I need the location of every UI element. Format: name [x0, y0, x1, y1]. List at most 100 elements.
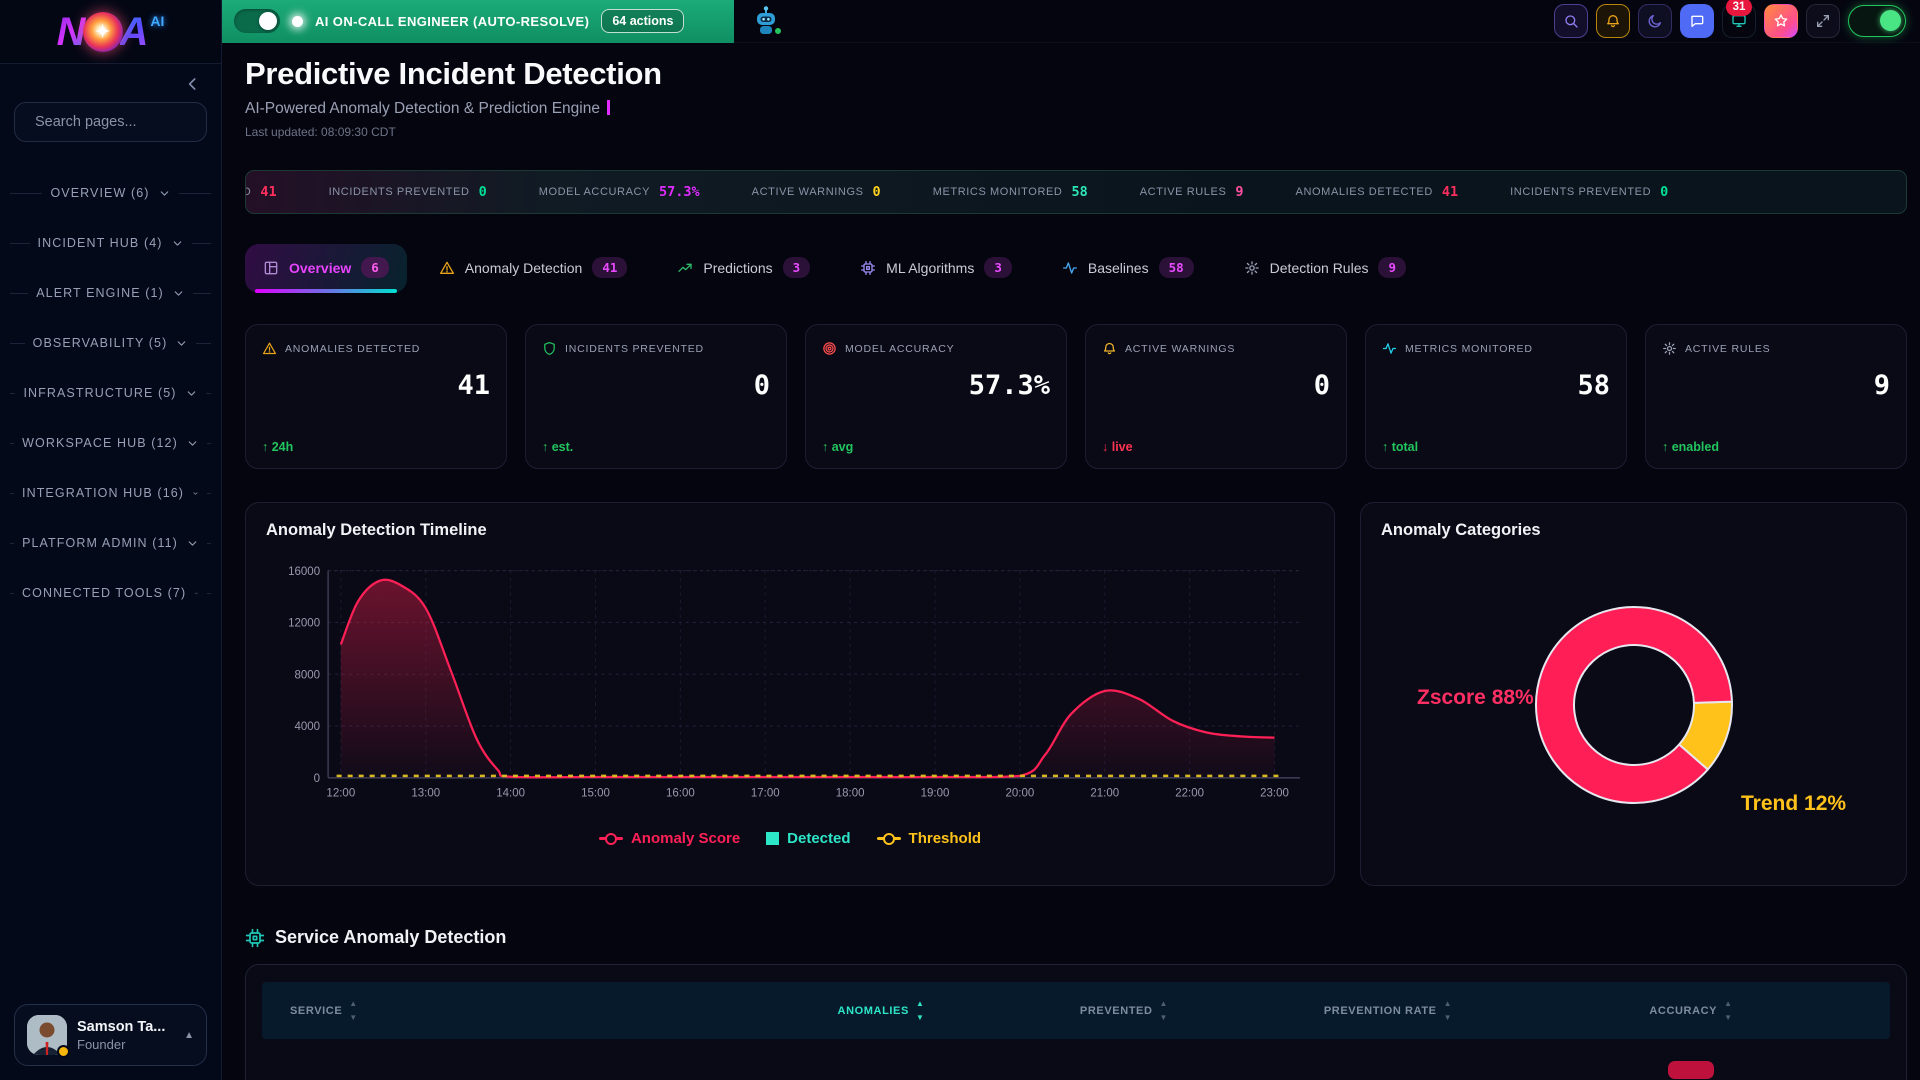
chevron-up-icon: ▲ — [184, 1030, 194, 1041]
ticker-item: MODEL ACCURACY 57.3% — [539, 184, 700, 200]
sidebar-section-item[interactable]: INTEGRATION HUB (16) — [0, 468, 221, 518]
ai-assistant-robot-icon[interactable] — [750, 5, 782, 37]
search-icon — [1563, 13, 1579, 29]
sidebar-section-item[interactable]: CONNECTED TOOLS (7) — [0, 568, 221, 618]
legend-detected[interactable]: Detected — [766, 830, 850, 847]
page-title: Predictive Incident Detection — [245, 56, 1907, 92]
sidebar-nav: OVERVIEW (6) INCIDENT HUB (4) ALERT ENGI… — [0, 168, 221, 618]
user-card[interactable]: Samson Ta... Founder ▲ — [14, 1004, 207, 1066]
svg-text:12:00: 12:00 — [326, 786, 355, 799]
sidebar-section-item[interactable]: INCIDENT HUB (4) — [0, 218, 221, 268]
table-column-header[interactable]: PREVENTED ▲▼ — [964, 1000, 1284, 1022]
theme-toggle[interactable] — [1848, 5, 1906, 37]
search-button[interactable] — [1554, 4, 1588, 38]
accuracy-badge — [1668, 1061, 1714, 1079]
gear-icon — [1244, 260, 1260, 276]
ticker-item: ACTIVE WARNINGS 0 — [752, 184, 881, 200]
fullscreen-button[interactable] — [1806, 4, 1840, 38]
notifications-monitor-button[interactable]: 31 — [1722, 4, 1756, 38]
auto-resolve-toggle[interactable] — [234, 9, 280, 33]
activity-icon — [1062, 260, 1078, 276]
ticker-item: INCIDENTS PREVENTED 0 — [329, 184, 487, 200]
sort-arrows-icon: ▲▼ — [916, 1000, 925, 1022]
table-section-title: Service Anomaly Detection — [275, 927, 506, 948]
gear-icon — [1662, 341, 1677, 356]
sidebar-section-item[interactable]: PLATFORM ADMIN (11) — [0, 518, 221, 568]
sidebar-section-item[interactable]: INFRASTRUCTURE (5) — [0, 368, 221, 418]
chevron-down-icon — [194, 587, 199, 600]
table-column-header[interactable]: ACCURACY ▲▼ — [1492, 1000, 1890, 1022]
stat-cards: ANOMALIES DETECTED 41 ↑ 24h INCIDENTS PR… — [245, 324, 1907, 469]
chat-button[interactable] — [1680, 4, 1714, 38]
topbar: AI ON-CALL ENGINEER (AUTO-RESOLVE) 64 ac… — [222, 0, 1920, 43]
search-input[interactable] — [35, 114, 222, 130]
service-anomaly-table: SERVICE ▲▼ ANOMALIES ▲▼ PREVENTED ▲▼ PRE… — [245, 964, 1907, 1080]
bell-icon — [1605, 13, 1621, 29]
tab-anomaly-detection[interactable]: Anomaly Detection 41 — [421, 244, 646, 293]
ticker-item: ANOMALIES DETECTED 41 — [1296, 184, 1459, 200]
auto-resolve-label: AI ON-CALL ENGINEER (AUTO-RESOLVE) — [315, 14, 589, 29]
tab-count-badge: 3 — [984, 257, 1012, 278]
tab-ml-algorithms[interactable]: ML Algorithms 3 — [842, 244, 1030, 293]
dark-mode-button[interactable] — [1638, 4, 1672, 38]
cpu-icon — [245, 928, 265, 948]
table-column-header[interactable]: PREVENTION RATE ▲▼ — [1284, 1000, 1492, 1022]
svg-text:14:00: 14:00 — [496, 786, 525, 799]
tab-count-badge: 3 — [783, 257, 811, 278]
svg-text:12000: 12000 — [288, 616, 320, 629]
expand-icon — [1815, 13, 1831, 29]
tab-count-badge: 9 — [1378, 257, 1406, 278]
sidebar-collapse-icon[interactable] — [183, 74, 203, 94]
sidebar-section-item[interactable]: WORKSPACE HUB (12) — [0, 418, 221, 468]
sidebar-section-item[interactable]: OBSERVABILITY (5) — [0, 318, 221, 368]
table-column-header[interactable]: SERVICE ▲▼ — [262, 1000, 798, 1022]
svg-text:15:00: 15:00 — [581, 786, 610, 799]
square-marker-icon — [766, 832, 779, 845]
notification-count-badge: 31 — [1726, 0, 1752, 16]
tab-detection-rules[interactable]: Detection Rules 9 — [1226, 244, 1424, 293]
line-marker-icon — [599, 837, 623, 840]
layout-icon — [263, 260, 279, 276]
page-subtitle: AI-Powered Anomaly Detection & Predictio… — [245, 100, 1907, 118]
sidebar-section-item[interactable]: ALERT ENGINE (1) — [0, 268, 221, 318]
stat-card: ACTIVE RULES 9 ↑ enabled — [1645, 324, 1907, 469]
tab-overview[interactable]: Overview 6 — [245, 244, 407, 293]
shield-icon — [542, 341, 557, 356]
target-icon — [822, 341, 837, 356]
tab-count-badge: 6 — [361, 257, 389, 278]
sidebar-section-item[interactable]: OVERVIEW (6) — [0, 168, 221, 218]
table-row[interactable] — [262, 1061, 1890, 1079]
chevron-down-icon — [185, 387, 198, 400]
chevron-down-icon — [186, 537, 199, 550]
chevron-down-icon — [171, 237, 184, 250]
sidebar-search — [14, 102, 207, 142]
legend-threshold[interactable]: Threshold — [877, 830, 982, 847]
tab-baselines[interactable]: Baselines 58 — [1044, 244, 1212, 293]
svg-text:21:00: 21:00 — [1090, 786, 1119, 799]
table-column-header[interactable]: ANOMALIES ▲▼ — [798, 1000, 964, 1022]
sort-arrows-icon: ▲▼ — [349, 1000, 358, 1022]
ticker-item: METRICS MONITORED 58 — [933, 184, 1088, 200]
legend-anomaly-score[interactable]: Anomaly Score — [599, 830, 740, 847]
donut-label-trend: Trend 12% — [1741, 792, 1846, 816]
warning-icon — [439, 260, 455, 276]
svg-text:22:00: 22:00 — [1175, 786, 1204, 799]
favorites-button[interactable] — [1764, 4, 1798, 38]
activity-icon — [1382, 341, 1397, 356]
table-header-row: SERVICE ▲▼ ANOMALIES ▲▼ PREVENTED ▲▼ PRE… — [262, 982, 1890, 1039]
logo-letter-a: A — [120, 12, 149, 52]
chat-bubble-icon — [1689, 13, 1705, 29]
tab-predictions[interactable]: Predictions 3 — [659, 244, 828, 293]
svg-text:13:00: 13:00 — [411, 786, 440, 799]
actions-count-badge[interactable]: 64 actions — [601, 9, 684, 33]
line-marker-icon — [877, 837, 901, 840]
stat-card: METRICS MONITORED 58 ↑ total — [1365, 324, 1627, 469]
svg-text:23:00: 23:00 — [1260, 786, 1289, 799]
last-updated: Last updated: 08:09:30 CDT — [245, 125, 1907, 139]
alerts-button[interactable] — [1596, 4, 1630, 38]
chevron-down-icon — [192, 487, 199, 500]
chart-legend: Anomaly Score Detected Threshold — [266, 830, 1314, 847]
app-logo[interactable]: N A AI — [0, 0, 221, 64]
svg-text:17:00: 17:00 — [751, 786, 780, 799]
user-status-dot — [57, 1045, 70, 1058]
